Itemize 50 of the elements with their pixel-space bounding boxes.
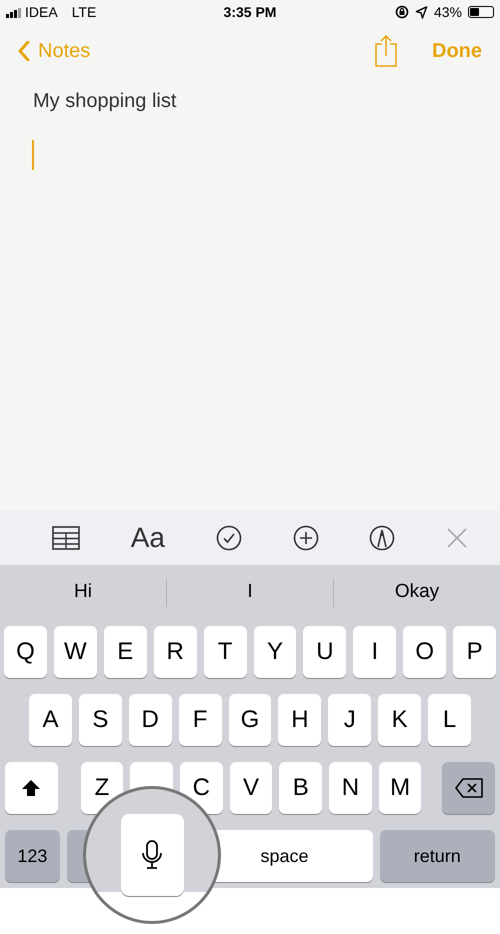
keyboard-key[interactable]: Y — [254, 626, 296, 678]
delete-key[interactable] — [442, 762, 496, 814]
suggestion[interactable]: Hi — [64, 578, 102, 607]
text-cursor — [32, 140, 34, 170]
rotation-lock-icon — [394, 5, 409, 19]
keyboard-key[interactable]: S — [78, 694, 122, 746]
keyboard-key[interactable]: A — [29, 694, 72, 746]
keyboard-key[interactable]: J — [328, 694, 372, 746]
shift-key[interactable] — [5, 762, 58, 814]
network-label: LTE — [72, 2, 96, 22]
markup-icon[interactable] — [369, 524, 396, 550]
battery-percent: 43% — [434, 2, 462, 22]
keyboard-key[interactable]: B — [279, 762, 322, 814]
status-time: 3:35 PM — [222, 2, 278, 22]
dictation-key[interactable] — [120, 814, 184, 896]
carrier-label: IDEA — [25, 2, 58, 22]
keyboard-key[interactable]: K — [378, 694, 422, 746]
shift-arrow-icon — [21, 779, 42, 797]
keyboard-key[interactable]: L — [428, 694, 472, 746]
keyboard-key[interactable]: E — [104, 626, 147, 678]
keyboard-key[interactable]: D — [128, 694, 172, 746]
location-icon — [414, 6, 428, 18]
keyboard-key[interactable]: I — [353, 626, 396, 678]
keyboard-key[interactable]: H — [278, 694, 322, 746]
chevron-left-icon — [18, 41, 30, 61]
keyboard-key[interactable]: F — [178, 694, 222, 746]
keyboard-key[interactable]: T — [204, 626, 247, 678]
keyboard-key[interactable]: W — [54, 626, 97, 678]
return-key[interactable]: return — [380, 830, 495, 882]
keyboard-key[interactable]: O — [403, 626, 446, 678]
numbers-key[interactable]: 123 — [5, 830, 60, 882]
format-button[interactable]: Aa — [130, 524, 165, 552]
note-title: My shopping list — [32, 89, 178, 114]
table-icon[interactable] — [52, 526, 80, 550]
suggestion[interactable]: Okay — [384, 578, 450, 607]
keyboard-key[interactable]: V — [230, 762, 272, 814]
keyboard-key[interactable]: P — [453, 626, 496, 678]
backspace-icon — [454, 778, 483, 798]
battery-icon — [468, 6, 494, 18]
keyboard-key[interactable]: G — [228, 694, 272, 746]
keyboard-key[interactable]: N — [329, 762, 372, 814]
keyboard-key[interactable]: M — [378, 762, 422, 814]
signal-icon — [6, 6, 21, 18]
keyboard-key[interactable]: R — [154, 626, 197, 678]
suggestion[interactable]: I — [237, 578, 263, 607]
plus-icon[interactable] — [292, 524, 318, 550]
microphone-icon — [141, 840, 163, 870]
keyboard-key[interactable]: U — [303, 626, 346, 678]
checklist-icon[interactable] — [216, 524, 242, 550]
keyboard-key[interactable]: Q — [4, 626, 47, 678]
